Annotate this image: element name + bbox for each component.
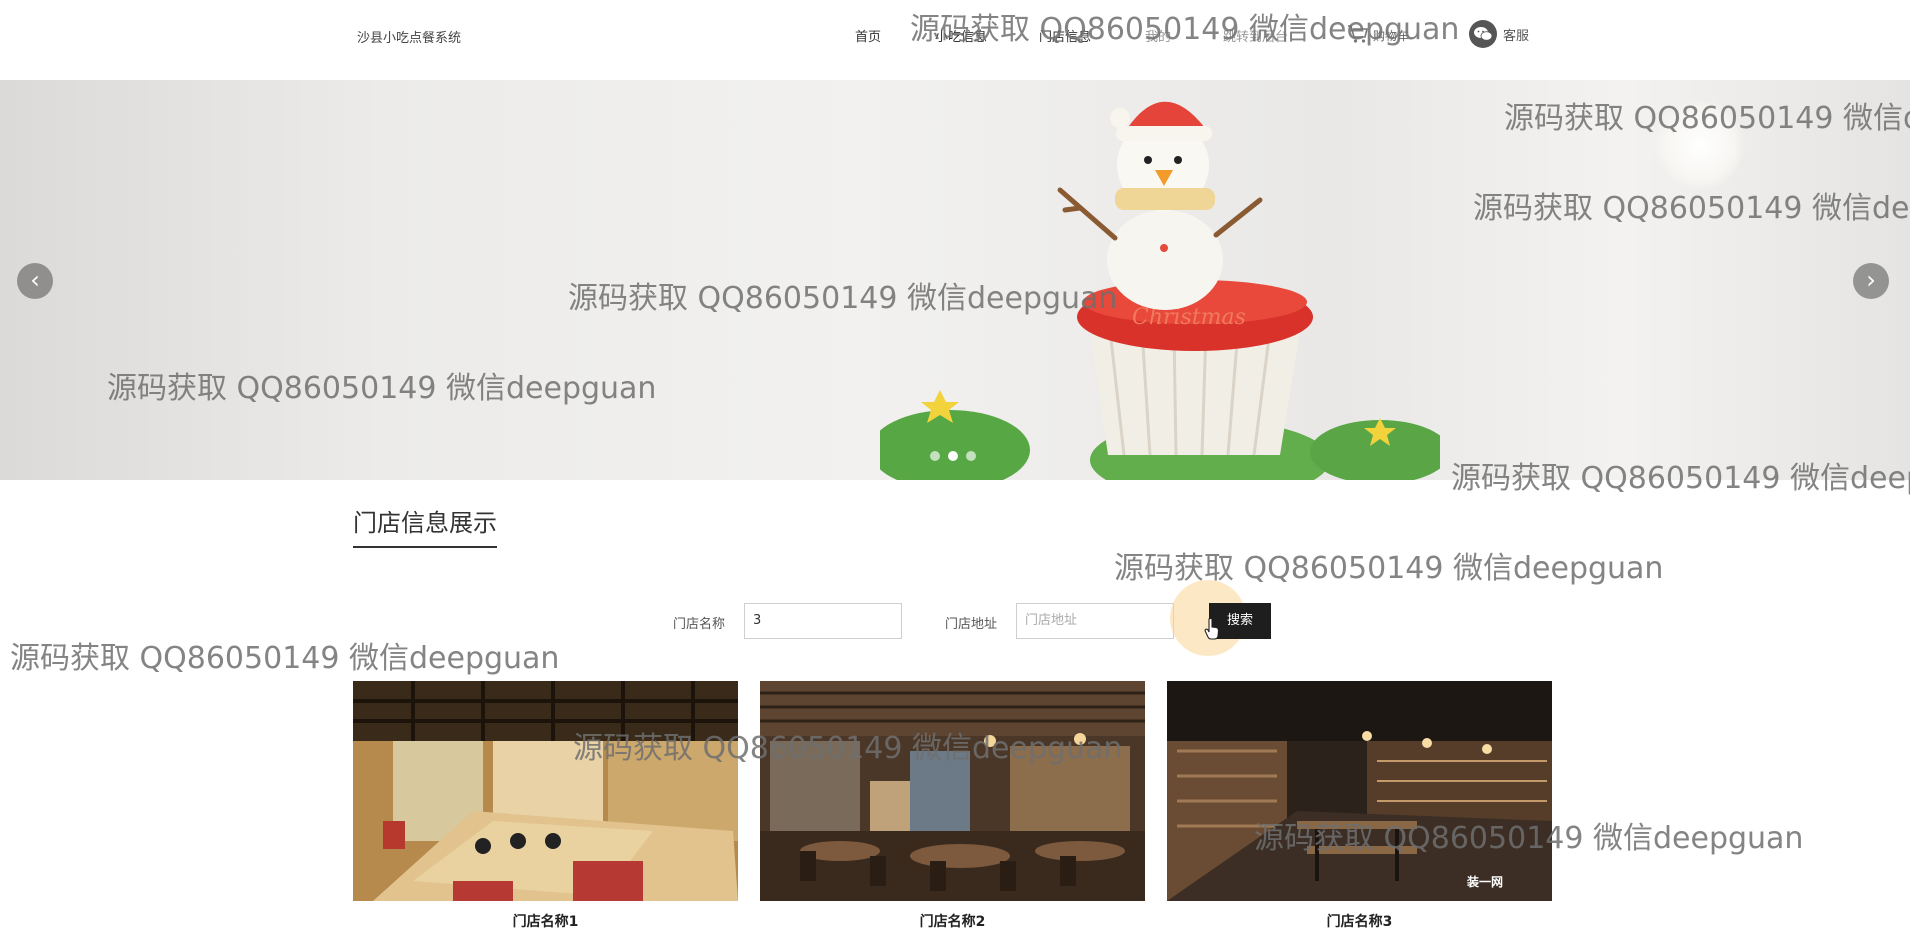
- store-name-2[interactable]: 门店名称2: [760, 911, 1145, 931]
- service-label: 客服: [1503, 28, 1530, 44]
- store-name-label: 门店名称: [673, 617, 726, 632]
- carousel-dot-1[interactable]: [930, 451, 940, 461]
- store-name-input[interactable]: 3: [744, 603, 902, 639]
- nav-mine[interactable]: 我的: [1145, 26, 1171, 45]
- customer-service-link[interactable]: 客服: [1469, 20, 1529, 48]
- cursor-hand-icon: [1204, 617, 1220, 644]
- store-image-3[interactable]: 装一网: [1167, 681, 1552, 901]
- cart-label: 购物车: [1373, 29, 1410, 43]
- top-header: 沙县小吃点餐系统 首页 小吃信息 门店信息 我的 跳转到后台 购物车 客服: [0, 0, 1910, 80]
- store-image-1[interactable]: [353, 681, 738, 901]
- nav-store-info[interactable]: 门店信息: [1039, 26, 1091, 45]
- site-title: 沙县小吃点餐系统: [357, 31, 462, 46]
- banner-bokeh-light: [1655, 100, 1745, 190]
- store-address-input[interactable]: 门店地址: [1016, 603, 1174, 639]
- section-title-underline: [353, 546, 497, 548]
- store-name-1[interactable]: 门店名称1: [353, 911, 738, 931]
- store-card-3[interactable]: 装一网 门店名称3: [1167, 681, 1552, 931]
- carousel-prev-button[interactable]: ‹: [17, 263, 53, 299]
- watermark-search-left: 源码获取 QQ86050149 微信deepguan: [10, 641, 560, 676]
- store-name-3[interactable]: 门店名称3: [1167, 911, 1552, 931]
- hero-banner[interactable]: Christmas ‹ ›: [0, 80, 1910, 480]
- nav-snack-info[interactable]: 小吃信息: [935, 26, 987, 45]
- cake-lettering: Christmas: [1132, 305, 1246, 330]
- watermark-section: 源码获取 QQ86050149 微信deepguan: [1114, 551, 1664, 586]
- store-card-2[interactable]: 门店名称2: [760, 681, 1145, 931]
- cart-icon: [1347, 24, 1369, 47]
- store-image-2[interactable]: [760, 681, 1145, 901]
- section-title: 门店信息展示: [353, 509, 497, 537]
- store-card-1[interactable]: 门店名称1: [353, 681, 738, 931]
- store-address-label: 门店地址: [945, 617, 998, 632]
- carousel-dot-2[interactable]: [948, 451, 958, 461]
- cart-link[interactable]: 购物车: [1347, 24, 1409, 47]
- store-image-logo: 装一网: [1466, 874, 1503, 889]
- nav-home[interactable]: 首页: [855, 26, 881, 45]
- nav-admin[interactable]: 跳转到后台: [1223, 26, 1288, 45]
- carousel-dot-3[interactable]: [966, 451, 976, 461]
- snowman-cupcake-illustration: Christmas: [880, 101, 1440, 480]
- carousel-next-button[interactable]: ›: [1853, 263, 1889, 299]
- wechat-icon: [1469, 20, 1497, 48]
